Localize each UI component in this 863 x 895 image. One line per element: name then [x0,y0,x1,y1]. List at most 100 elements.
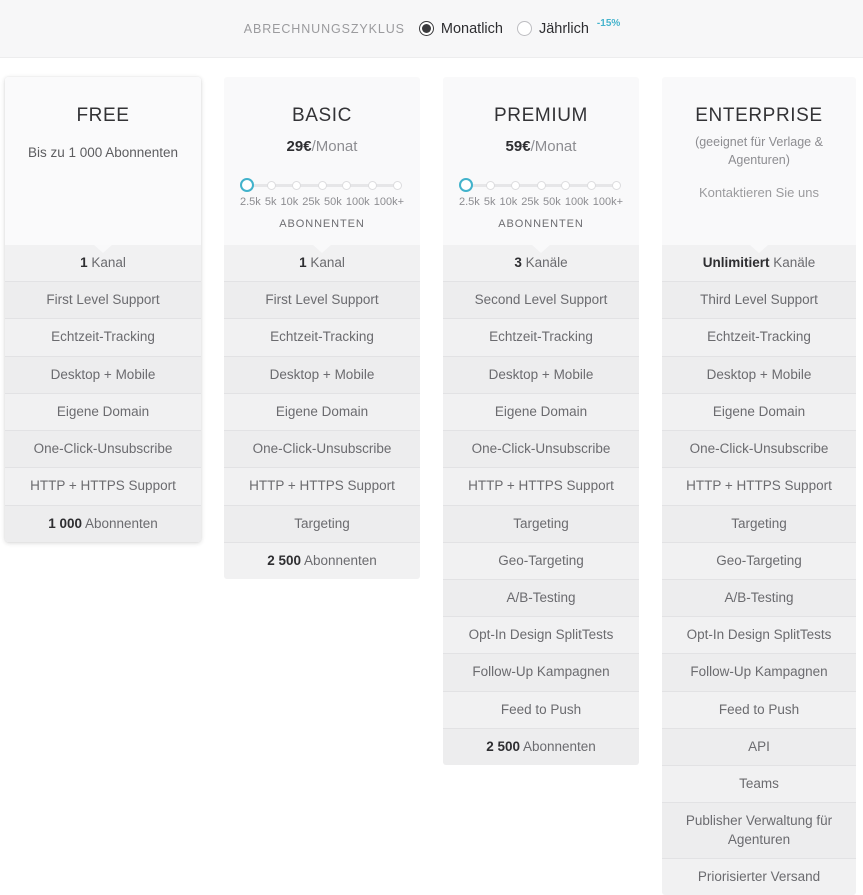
plan-feature-list: 1 Kanal First Level Support Echtzeit-Track… [224,245,420,579]
feature-row: HTTP + HTTPS Support [5,468,201,506]
billing-option-monthly-label: Monatlich [440,20,503,37]
plan-contact-link[interactable]: Kontaktieren Sie uns [676,185,842,200]
feature-text: One-Click-Unsubscribe [33,441,173,457]
pricing-plans-grid: FREE Bis zu 1 000 Abonnenten 1 Kanal First … [0,58,863,895]
plan-card-basic[interactable]: BASIC 29€/Monat 2.5k 5k 10k 25k 50k 100k 100k+ AB… [224,77,420,579]
feature-label: Kanäle [769,255,816,270]
radio-selected-icon[interactable] [418,21,434,36]
plan-note: Bis zu 1 000 Abonnenten [27,144,179,160]
slider-stop-100k[interactable] [586,181,596,191]
feature-row: Follow-Up Kampagnen [443,654,639,692]
feature-row: First Level Support [5,282,201,320]
feature-label: Abonnenten [519,738,596,754]
feature-text: HTTP + HTTPS Support [686,478,832,494]
radio-unselected-icon[interactable] [516,21,532,36]
slider-stop-25k[interactable] [536,181,546,191]
subscriber-slider[interactable]: 2.5k 5k 10k 25k 50k 100k 100k+ ABONNENTEN [238,178,406,230]
feature-row: One-Click-Unsubscribe [443,431,639,469]
slider-handle[interactable] [459,178,473,193]
billing-option-monthly[interactable]: Monatlich [418,20,503,37]
slider-tick-label: 5k [483,196,496,209]
plan-price: 59€/Monat [457,137,625,157]
feature-text: 3 Kanäle [514,254,567,272]
feature-text: Targeting [731,515,787,531]
feature-row: Eigene Domain [443,393,639,432]
slider-track[interactable] [459,178,623,193]
feature-text: Desktop + Mobile [50,366,156,382]
slider-tick-label: 100k [345,196,370,209]
feature-row: Desktop + Mobile [443,356,639,394]
feature-row: A/B-Testing [443,579,639,618]
feature-row: Opt-In Design SplitTests [662,617,856,655]
feature-text: Unlimitiert Kanäle [703,254,816,272]
feature-label: Abonnenten [300,552,377,568]
feature-text: Follow-Up Kampagnen [690,664,828,680]
slider-tick-label: 2.5k [240,196,261,209]
billing-cycle-bar: ABRECHNUNGSZYKLUS Monatlich Jährlich -15… [0,0,863,58]
slider-tick-label: 25k [521,196,540,209]
slider-stop-10k[interactable] [292,181,302,191]
feature-text: First Level Support [265,292,379,308]
plan-price: 29€/Monat [238,137,406,157]
caret-down-icon [532,245,550,253]
slider-stop-50k[interactable] [561,181,571,191]
plan-card-free[interactable]: FREE Bis zu 1 000 Abonnenten 1 Kanal First … [5,77,201,542]
feature-text: HTTP + HTTPS Support [468,478,614,494]
plan-header-premium: PREMIUM 59€/Monat 2.5k 5k 10k 25k 50k 100k 100k+… [443,77,639,245]
billing-option-yearly[interactable]: Jährlich -15% [516,18,621,37]
feature-row: HTTP + HTTPS Support [662,468,856,506]
yearly-discount-badge: -15% [596,18,621,29]
subscriber-slider[interactable]: 2.5k 5k 10k 25k 50k 100k 100k+ ABONNENTEN [457,178,625,230]
slider-tick-label: 100k+ [592,196,623,209]
feature-text: 1 Kanal [299,254,345,272]
feature-text: Priorisierter Versand [697,868,821,884]
caret-down-icon [750,245,768,253]
feature-row: Publisher Verwaltung für Agenturen [662,803,856,859]
slider-stop-10k[interactable] [511,181,521,191]
feature-text: A/B-Testing [724,589,794,605]
feature-value: Unlimitiert [702,255,770,270]
slider-stop-25k[interactable] [317,181,327,191]
feature-row: One-Click-Unsubscribe [224,431,420,469]
feature-row: API [662,728,856,767]
feature-row: Eigene Domain [662,393,856,432]
feature-text: Third Level Support [700,292,818,308]
slider-tick-label: 25k [302,196,321,209]
feature-row: One-Click-Unsubscribe [5,431,201,469]
feature-row: Teams [662,766,856,804]
plan-price-period: /Monat [311,137,358,155]
plan-card-enterprise[interactable]: ENTERPRISE (geeignet für Verlage & Agentu… [662,77,856,895]
feature-text: API [748,738,770,754]
feature-text: One-Click-Unsubscribe [252,441,392,457]
slider-stop-100k+[interactable] [392,181,402,191]
slider-tick-labels: 2.5k 5k 10k 25k 50k 100k 100k+ [459,196,623,208]
feature-text: Follow-Up Kampagnen [472,664,610,680]
feature-row: Feed to Push [662,691,856,729]
plan-header-enterprise: ENTERPRISE (geeignet für Verlage & Agentu… [662,77,856,245]
plan-price-period: /Monat [530,137,577,155]
slider-handle[interactable] [240,178,254,193]
slider-tick-label: 2.5k [459,196,480,209]
plan-card-premium[interactable]: PREMIUM 59€/Monat 2.5k 5k 10k 25k 50k 100k 100k+… [443,77,639,766]
slider-track[interactable] [240,178,404,193]
slider-stop-100k+[interactable] [611,181,621,191]
feature-text: Desktop + Mobile [488,366,594,382]
slider-stop-50k[interactable] [342,181,352,191]
slider-stop-5k[interactable] [486,181,496,191]
feature-row: 2 500 Abonnenten [224,542,420,579]
feature-text: Eigene Domain [494,403,588,419]
slider-stop-100k[interactable] [367,181,377,191]
feature-text: Eigene Domain [712,403,806,419]
slider-stop-5k[interactable] [267,181,277,191]
feature-text: 2 500 Abonnenten [267,552,377,570]
feature-row: 1 000 Abonnenten [5,505,201,542]
slider-tick-label: 100k+ [373,196,404,209]
feature-row: Eigene Domain [224,393,420,432]
feature-text: 1 Kanal [80,254,126,272]
feature-text: Echtzeit-Tracking [51,329,155,345]
feature-text: Echtzeit-Tracking [489,329,593,345]
plan-header-free: FREE Bis zu 1 000 Abonnenten [5,77,201,245]
feature-row: Feed to Push [443,691,639,729]
plan-feature-list: 1 Kanal First Level Support Echtzeit-Track… [5,245,201,542]
feature-label: Abonnenten [81,515,158,531]
